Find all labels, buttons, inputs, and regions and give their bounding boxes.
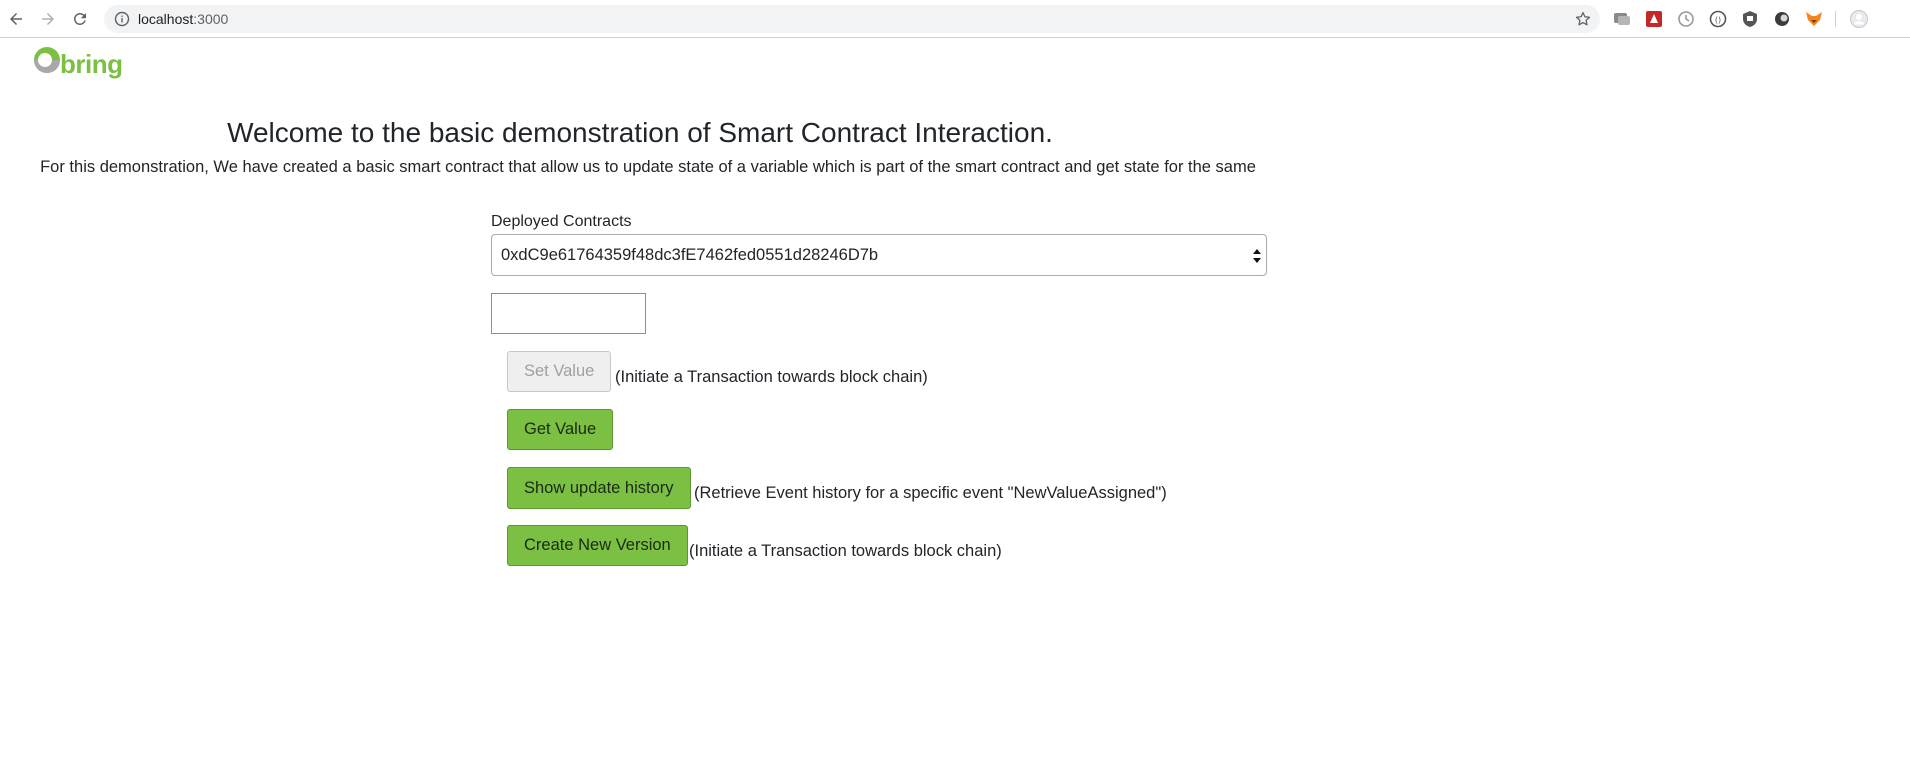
back-button[interactable] — [4, 7, 28, 31]
red-extension-icon[interactable] — [1644, 9, 1664, 29]
reload-button[interactable] — [68, 7, 92, 31]
star-icon[interactable] — [1574, 10, 1592, 28]
show-history-hint: (Retrieve Event history for a specific e… — [694, 484, 1167, 502]
logo-text: bring — [60, 48, 123, 79]
page-title: Welcome to the basic demonstration of Sm… — [227, 117, 1053, 148]
toolbar-divider — [1835, 11, 1836, 27]
brand-logo: bring — [32, 42, 123, 79]
reload-icon — [73, 12, 86, 25]
bring-logo-icon — [34, 47, 60, 73]
arrow-left-icon — [10, 13, 22, 25]
set-value-button[interactable]: Set Value — [507, 351, 612, 392]
arrow-right-icon — [42, 13, 54, 25]
forward-button[interactable] — [36, 7, 60, 31]
shield-extension-icon[interactable] — [1740, 9, 1760, 29]
fox-extension-icon[interactable] — [1804, 9, 1824, 29]
set-value-hint: (Initiate a Transaction towards block ch… — [615, 368, 928, 386]
circle-extension-icon[interactable]: () — [1708, 9, 1728, 29]
browser-toolbar: localhost:3000 () — [0, 0, 1910, 38]
svg-text:(): () — [1715, 16, 1721, 25]
selected-contract-address: 0xdC9e61764359f48dc3fE7462fed0551d28246D… — [501, 246, 879, 264]
get-value-button[interactable]: Get Value — [507, 409, 614, 450]
clock-extension-icon[interactable] — [1676, 9, 1696, 29]
select-arrows-icon — [1253, 249, 1261, 263]
address-bar[interactable]: localhost:3000 — [104, 5, 1600, 33]
url-text: localhost:3000 — [138, 11, 228, 27]
info-icon[interactable] — [114, 11, 130, 27]
create-new-version-button[interactable]: Create New Version — [507, 525, 688, 566]
page-subtitle: For this demonstration, We have created … — [40, 158, 1256, 176]
dark-circle-extension-icon[interactable] — [1772, 9, 1792, 29]
show-update-history-button[interactable]: Show update history — [507, 467, 691, 509]
chat-extension-icon[interactable] — [1612, 9, 1632, 29]
url-host: localhost — [138, 11, 194, 27]
create-version-hint: (Initiate a Transaction towards block ch… — [689, 542, 1002, 560]
deployed-contracts-label: Deployed Contracts — [491, 213, 632, 230]
url-port: :3000 — [193, 11, 229, 27]
deployed-contracts-select[interactable]: 0xdC9e61764359f48dc3fE7462fed0551d28246D… — [491, 234, 1267, 276]
value-input[interactable] — [491, 293, 646, 334]
profile-icon[interactable] — [1849, 9, 1869, 29]
